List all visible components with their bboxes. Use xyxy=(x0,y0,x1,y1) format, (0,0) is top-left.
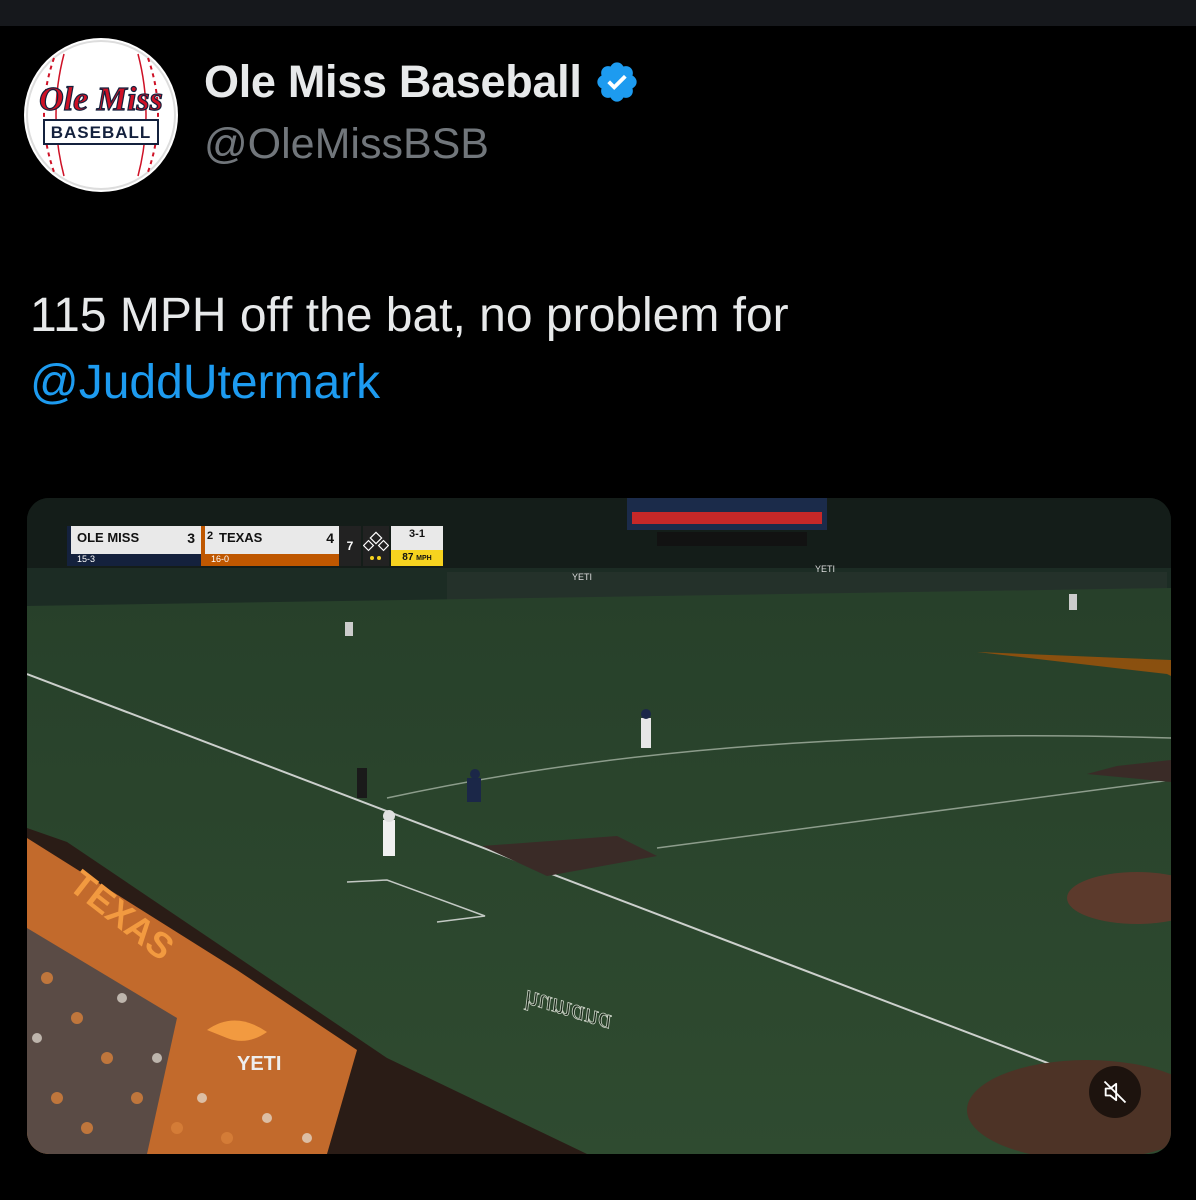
mute-button[interactable] xyxy=(1089,1066,1141,1118)
svg-text:Ole Miss: Ole Miss xyxy=(39,81,163,118)
baseball-field-frame: YETI YETI humana TEXAS YETI xyxy=(27,498,1171,1154)
bases-diamond-icon xyxy=(362,526,390,566)
home-team-record: 16-0 xyxy=(205,554,340,566)
away-team-record: 15-3 xyxy=(71,554,201,566)
inning-indicator: 7 xyxy=(339,526,361,566)
ole-miss-baseball-logo: Ole Miss BASEBALL xyxy=(26,40,176,190)
svg-text:YETI: YETI xyxy=(815,564,835,574)
away-team-name: OLE MISS xyxy=(77,530,140,545)
pitch-speed: 87 MPH xyxy=(391,550,443,566)
author-display-name[interactable]: Ole Miss Baseball xyxy=(204,56,582,108)
pitch-count: 3-1 87 MPH xyxy=(391,526,443,566)
tweet-body: 115 MPH off the bat, no problem for xyxy=(30,289,789,342)
dugout-sponsor-text: YETI xyxy=(237,1053,281,1075)
author-name-row: Ole Miss Baseball xyxy=(204,56,640,108)
verified-badge-icon xyxy=(596,62,637,102)
top-bar xyxy=(0,0,1196,26)
home-team-name: TEXAS xyxy=(219,530,263,545)
scorebug-away-team: OLE MISS 3 15-3 xyxy=(67,526,201,566)
ball-strike-count: 3-1 xyxy=(409,528,425,540)
speaker-muted-icon xyxy=(1103,1080,1127,1104)
author-handle[interactable]: @OleMissBSB xyxy=(204,120,489,169)
wall-sponsor-text: YETI xyxy=(572,572,592,582)
tweet-text: 115 MPH off the bat, no problem for @Jud… xyxy=(30,282,1160,416)
home-team-score: 4 xyxy=(326,530,334,546)
author-avatar[interactable]: Ole Miss BASEBALL xyxy=(24,38,178,192)
mention-link[interactable]: @JuddUtermark xyxy=(30,349,1160,416)
home-team-rank: 2 xyxy=(207,530,214,542)
scorebug: OLE MISS 3 15-3 2 TEXAS 4 16-0 7 3-1 87 … xyxy=(67,526,443,566)
away-team-score: 3 xyxy=(187,530,195,546)
svg-text:BASEBALL: BASEBALL xyxy=(51,123,152,142)
video-player[interactable]: YETI YETI humana TEXAS YETI OLE MISS 3 1… xyxy=(27,498,1171,1154)
scorebug-home-team: 2 TEXAS 4 16-0 xyxy=(201,526,340,566)
